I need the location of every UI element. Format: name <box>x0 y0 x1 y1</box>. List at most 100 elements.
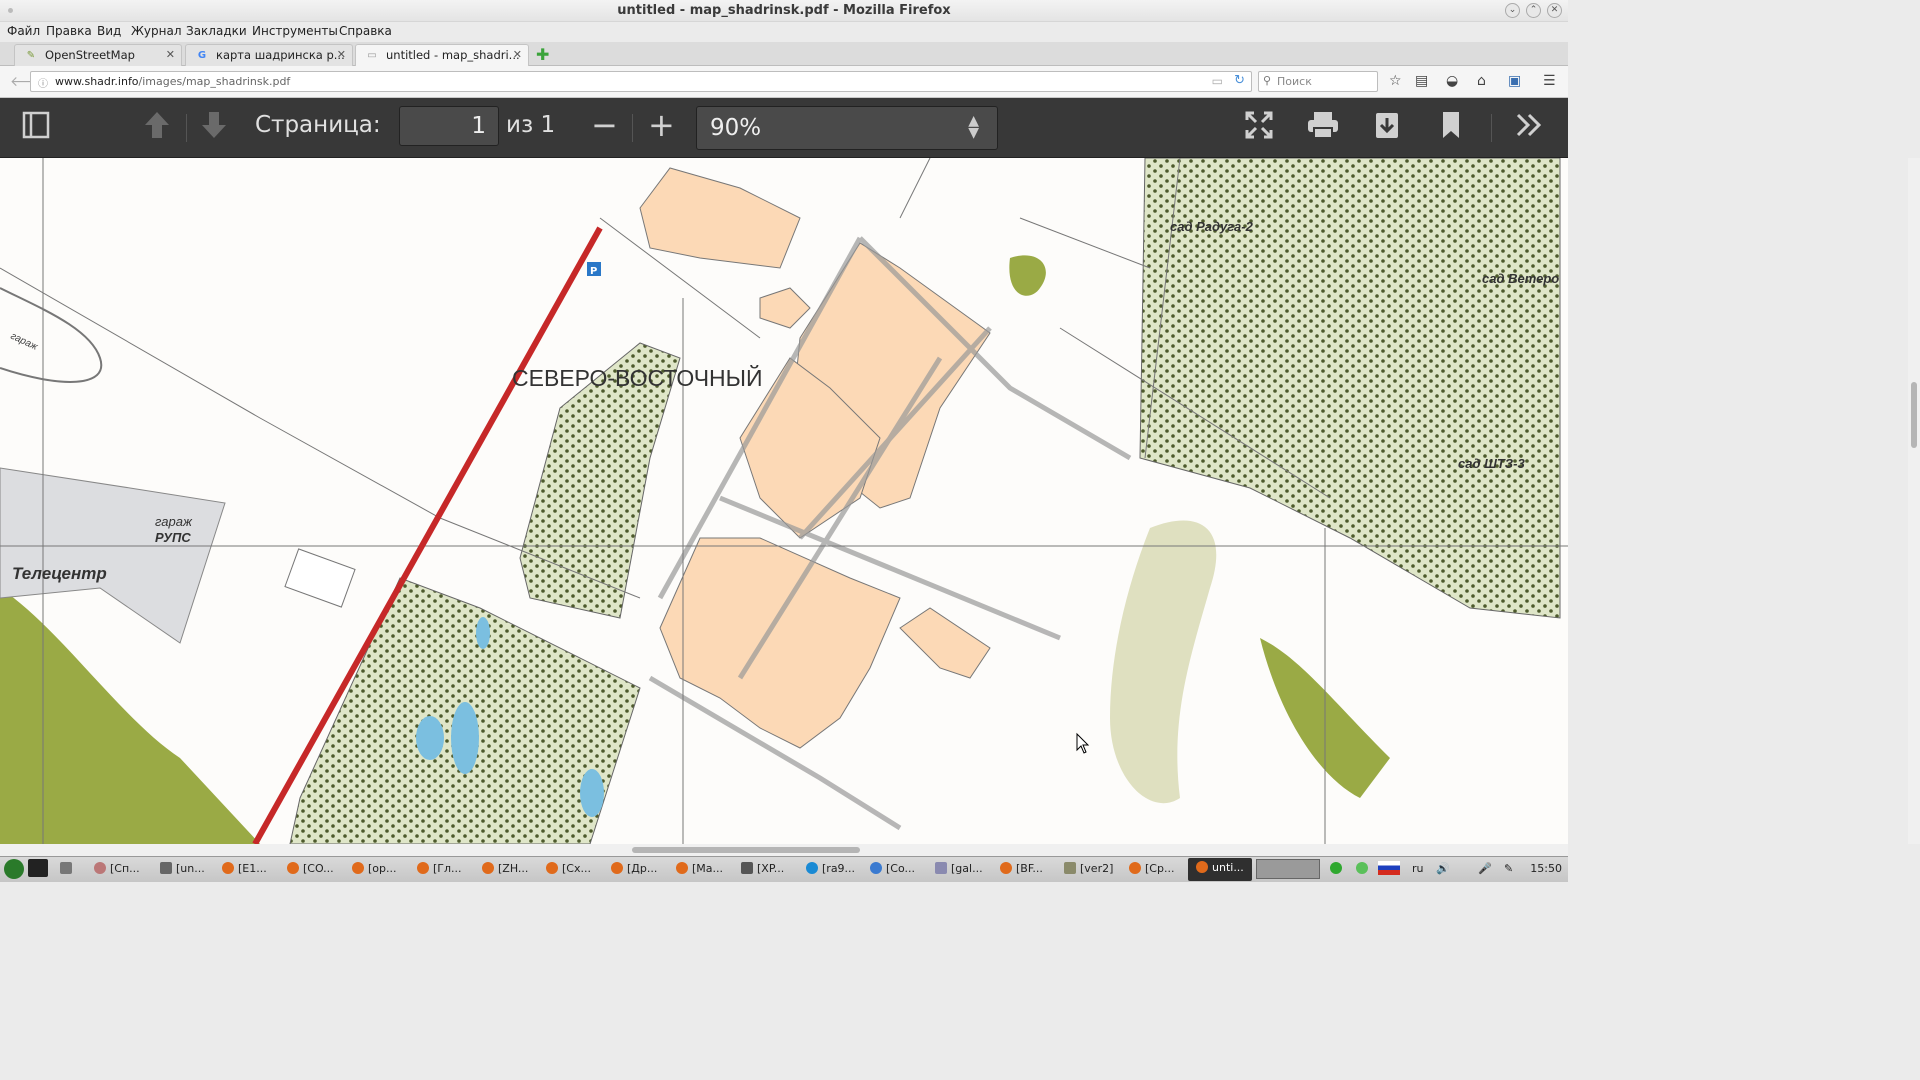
close-tab-icon[interactable]: ✕ <box>513 48 522 61</box>
zoom-out-icon[interactable]: − <box>591 106 618 144</box>
home-icon[interactable]: ⌂ <box>1477 73 1486 89</box>
taskbar-item[interactable]: [ZH... <box>482 862 528 875</box>
menu-file[interactable]: Файл <box>7 24 40 38</box>
taskbar-item[interactable]: [Ма... <box>676 862 723 875</box>
zoom-select[interactable]: 90% ▲ ▼ <box>696 106 998 150</box>
pen-icon[interactable]: ✎ <box>1504 862 1513 875</box>
terminal-icon[interactable] <box>28 859 52 878</box>
housing-block <box>759 287 811 329</box>
housing-block <box>899 607 991 679</box>
vertical-scrollbar[interactable] <box>1908 158 1920 844</box>
pond <box>416 716 444 760</box>
zoom-value: 90% <box>710 115 762 141</box>
keyboard-layout[interactable]: ru <box>1412 862 1424 875</box>
svg-text:P: P <box>590 266 597 277</box>
horizontal-scrollbar[interactable] <box>0 844 1568 856</box>
track-label: гараж <box>9 331 40 353</box>
pdf-viewer[interactable]: P СЕВЕРО-ВОСТОЧНЫЙ сад Радуга-2 сад Вете… <box>0 158 1568 844</box>
file-manager-icon[interactable] <box>60 862 76 875</box>
housing-block <box>659 537 901 749</box>
tab-openstreetmap[interactable]: ✎ OpenStreetMap ✕ <box>14 44 182 66</box>
taskbar-item[interactable]: [ver2] <box>1064 862 1113 875</box>
forest-area-left <box>0 588 260 844</box>
pond <box>476 617 490 649</box>
taskbar-item[interactable]: [E1... <box>222 862 267 875</box>
pocket-icon[interactable]: ◒ <box>1446 73 1458 89</box>
page-label: Страница: <box>255 112 381 138</box>
taskbar-item[interactable]: [op... <box>352 862 397 875</box>
page-count: из 1 <box>506 112 556 138</box>
menu-history[interactable]: Журнал <box>131 24 182 38</box>
close-tab-icon[interactable]: ✕ <box>166 48 175 61</box>
pond <box>580 769 604 817</box>
workspace-pager[interactable] <box>1256 859 1320 882</box>
check-icon[interactable] <box>1330 862 1346 875</box>
minimize-icon[interactable]: ⌄ <box>1505 3 1520 18</box>
building-outline <box>284 548 356 608</box>
window-title: untitled - map_shadrinsk.pdf - Mozilla F… <box>617 3 951 18</box>
sidebar-toggle-icon[interactable] <box>22 110 50 147</box>
microphone-icon[interactable]: 🎤 <box>1478 862 1492 875</box>
page-number-input[interactable]: 1 <box>399 106 499 146</box>
taskbar-item[interactable]: [Др... <box>611 862 657 875</box>
close-icon[interactable]: ✕ <box>1547 3 1562 18</box>
reading-list-icon[interactable]: ▤ <box>1415 73 1428 89</box>
menu-tools[interactable]: Инструменты <box>252 24 338 38</box>
garage-label: гараж <box>155 514 193 529</box>
menu-view[interactable]: Вид <box>97 24 121 38</box>
download-icon[interactable] <box>1374 110 1400 147</box>
zoom-in-icon[interactable]: + <box>648 106 675 144</box>
tab-label: untitled - map_shadri... <box>386 48 520 62</box>
taskbar-item-active[interactable]: unti... <box>1188 858 1252 881</box>
taskbar-item[interactable]: [Ср... <box>1129 862 1174 875</box>
next-page-icon[interactable] <box>200 110 228 147</box>
maximize-icon[interactable]: ⌃ <box>1526 3 1541 18</box>
url-path: /images/map_shadrinsk.pdf <box>138 75 291 88</box>
window-titlebar: untitled - map_shadrinsk.pdf - Mozilla F… <box>0 0 1568 22</box>
taskbar-item[interactable]: [un... <box>160 862 205 875</box>
taskbar-item[interactable]: [Co... <box>870 862 915 875</box>
new-tab-icon[interactable]: ✚ <box>536 45 549 64</box>
taskbar-item[interactable]: [ra9... <box>806 862 855 875</box>
volume-icon[interactable]: 🔊 <box>1436 862 1450 875</box>
presentation-mode-icon[interactable] <box>1244 110 1274 147</box>
tools-menu-icon[interactable] <box>1514 110 1544 147</box>
hamburger-menu-icon[interactable]: ☰ <box>1543 73 1556 89</box>
meadow-area <box>1110 520 1217 804</box>
scroll-thumb[interactable] <box>632 847 860 853</box>
taskbar-item[interactable]: [BF... <box>1000 862 1043 875</box>
menu-help[interactable]: Справка <box>339 24 392 38</box>
menu-edit[interactable]: Правка <box>46 24 92 38</box>
info-icon[interactable]: ⓘ <box>38 75 48 90</box>
tab-label: карта шадринска р... <box>216 48 345 62</box>
previous-page-icon[interactable] <box>143 110 171 147</box>
network-icon[interactable] <box>1356 862 1372 875</box>
taskbar-item[interactable]: [XP... <box>741 862 784 875</box>
garden-label: сад ШТЗ-3 <box>1458 456 1525 471</box>
search-input[interactable]: ⚲ Поиск <box>1258 71 1378 92</box>
housing-block <box>639 167 801 269</box>
taskbar-item[interactable]: [Сх... <box>546 862 591 875</box>
addon-icon[interactable]: ▣ <box>1508 73 1521 89</box>
close-tab-icon[interactable]: ✕ <box>337 48 346 61</box>
reload-icon[interactable]: ↻ <box>1234 73 1245 88</box>
taskbar-item[interactable]: [Сп... <box>94 862 140 875</box>
menu-bookmarks[interactable]: Закладки <box>186 24 247 38</box>
menu-bar: Файл Правка Вид Журнал Закладки Инструме… <box>0 22 1568 42</box>
start-menu-icon[interactable] <box>4 859 28 880</box>
scroll-thumb[interactable] <box>1911 382 1917 448</box>
taskbar-item[interactable]: [CO... <box>287 862 334 875</box>
taskbar-item[interactable]: [Гл... <box>417 862 462 875</box>
bookmark-star-icon[interactable]: ☆ <box>1389 73 1402 89</box>
print-icon[interactable] <box>1306 110 1340 147</box>
tab-pdf[interactable]: ▭ untitled - map_shadri... ✕ <box>355 44 529 66</box>
taskbar-item[interactable]: [gal... <box>935 862 983 875</box>
tab-bar: ✎ OpenStreetMap ✕ G карта шадринска р...… <box>0 42 1568 66</box>
bookmark-icon[interactable] <box>1440 110 1462 147</box>
russian-flag-icon[interactable] <box>1378 861 1400 878</box>
tab-google[interactable]: G карта шадринска р... ✕ <box>185 44 353 66</box>
pond <box>451 702 479 774</box>
dropdown-icon[interactable]: ▭ <box>1212 74 1223 88</box>
url-bar[interactable]: ⓘ www.shadr.info/images/map_shadrinsk.pd… <box>30 71 1252 92</box>
garden-label: сад Ветеро <box>1482 271 1559 286</box>
